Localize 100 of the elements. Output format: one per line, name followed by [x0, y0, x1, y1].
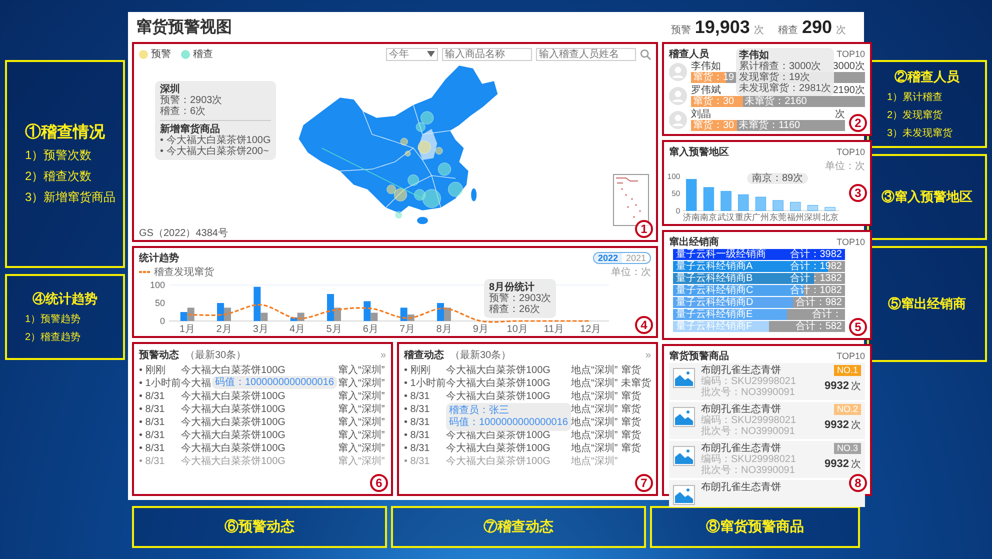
note-item: 2）稽查趋势 [25, 330, 81, 344]
chart-bar [703, 187, 714, 211]
rank-tag: NO.1 [834, 365, 861, 376]
time-text: • 8/31 [139, 442, 165, 454]
destination-text: 窜入“深圳” [338, 364, 385, 377]
more-link[interactable]: » [645, 350, 651, 360]
step-number: 6 [370, 474, 388, 492]
place-text: 地点“深圳” [571, 364, 618, 377]
axis-label: 100 [667, 172, 680, 181]
unit-label: 单位：次 [611, 266, 651, 279]
axis-label: 11月 [544, 324, 564, 335]
product-text: 今大福 [181, 376, 211, 390]
axis-label: 武汉 [718, 212, 735, 222]
batch-text: 批次号：NO3990091 [701, 465, 796, 476]
time-text: • 8/31 [139, 430, 165, 440]
tooltip-text: 预警：2903次 [160, 95, 224, 106]
count-text: 3000次 [832, 61, 865, 72]
chart-bar [755, 196, 766, 211]
rank-tag: NO.3 [834, 443, 861, 454]
time-text: • 8/31 [404, 390, 430, 402]
map-bubble [448, 182, 464, 197]
tooltip-title: 8月份统计 [489, 282, 536, 293]
dealer-name: 量子云科经销商B [676, 273, 753, 284]
total-text: 合计：3982 [790, 249, 842, 260]
tooltip-text: 发现窜货：19次 [739, 72, 812, 83]
note-title: ①稽查情况 [25, 122, 105, 143]
period-select[interactable]: 今年 [386, 48, 438, 60]
map-footnote: GS（2022）4384号 [139, 227, 228, 237]
chart-bar [824, 207, 836, 211]
tooltip-text: 码值：1000000000000016 [449, 417, 568, 429]
step-number: 3 [849, 184, 867, 202]
avatar-icon [669, 87, 687, 105]
destination-text: 窜入“深圳” [338, 416, 385, 429]
panel-title: 窜入预警地区 [669, 146, 729, 159]
panel-title: 稽查人员 [669, 48, 709, 60]
total-text: 合计：982 [795, 297, 842, 308]
destination-text: 窜入“深圳” [338, 376, 385, 390]
axis-label: 北京 [822, 212, 839, 222]
axis-label: 50 [672, 189, 680, 198]
product-name: 布朗孔雀生态青饼 [701, 443, 782, 454]
note-title: ⑧窜货预警商品 [706, 518, 804, 536]
result-text: 窜货 [621, 442, 641, 455]
avatar-icon [669, 63, 687, 81]
axis-label: 8月 [436, 324, 452, 335]
search-icon[interactable] [640, 48, 651, 60]
dealer-name: 量子云科经销商D [676, 297, 754, 308]
year-tab[interactable]: 2022 [594, 253, 622, 263]
batch-text: 批次号：NO3990091 [701, 426, 796, 437]
batch-text: 批次号：NO3990091 [701, 387, 796, 398]
count-text: 次 [835, 109, 845, 120]
destination-text: 窜入“深圳” [338, 402, 385, 416]
axis-label: 4月 [290, 324, 306, 335]
map-bubble [438, 162, 452, 176]
result-text: 窜货 [621, 416, 641, 429]
note-item: 1）预警次数 [25, 147, 92, 164]
tooltip-text: 码值：1000000000000016 [215, 378, 334, 387]
destination-text: 窜入“深圳” [338, 442, 385, 455]
axis-label: 东莞 [770, 212, 787, 222]
chart-bar [686, 178, 697, 211]
bar-label: 未窜货：1160 [738, 120, 800, 131]
count-text: 2190次 [832, 85, 865, 96]
product-code: 编码：SKU29998021 [701, 415, 798, 426]
product-text: 今大福大白菜茶饼100G [446, 390, 550, 403]
person-name: 李伟如 [691, 61, 721, 72]
note-item: 1）累计稽查 [887, 90, 943, 104]
year-tab[interactable]: 2021 [622, 253, 650, 263]
avatar-icon [669, 111, 687, 129]
axis-label: 3月 [252, 324, 268, 335]
product-text: 今大福大白菜茶饼100G [181, 390, 286, 403]
axis-label: 重庆 [734, 212, 752, 222]
total-unit: 次 [836, 24, 846, 36]
place-text: 地点“深圳” [571, 428, 618, 442]
axis-label: 100 [150, 280, 165, 290]
place-text: 地点“深圳” [571, 416, 618, 429]
panel-title: 窜出经销商 [669, 235, 719, 249]
product-text: 今大福大白菜茶饼100G [181, 364, 286, 377]
panel-title: 窜货预警商品 [669, 349, 729, 363]
chart-bar [720, 190, 732, 211]
search-field[interactable]: 输入稽查人员姓名 [536, 48, 636, 60]
note-title: ②稽查人员 [894, 68, 960, 86]
note-title: ⑦稽查动态 [484, 518, 554, 536]
rank-tag: NO.2 [834, 404, 861, 415]
map-bubble [420, 111, 434, 124]
total-text: 合计：1382 [790, 273, 842, 284]
rank-label: TOP10 [836, 49, 865, 59]
note-title: ⑤窜出经销商 [888, 295, 966, 313]
place-text: 地点“深圳” [571, 442, 618, 455]
legend-label: 稽查发现窜货 [154, 266, 214, 279]
chart-bar [772, 200, 784, 211]
product-name: 布朗孔雀生态青饼 [701, 404, 782, 415]
tooltip-title: 李伟如 [739, 50, 769, 61]
person-name: 刘晶 [691, 109, 711, 120]
unit-label: 单位：次 [825, 160, 865, 173]
count-unit: 次 [851, 458, 861, 471]
count-value: 9932 [824, 380, 849, 392]
time-text: • 8/31 [404, 404, 430, 414]
note-title: ④统计趋势 [32, 290, 98, 308]
more-link[interactable]: » [380, 350, 386, 360]
step-number: 2 [849, 114, 867, 132]
panel-subtitle: （最新30条） [450, 348, 512, 362]
